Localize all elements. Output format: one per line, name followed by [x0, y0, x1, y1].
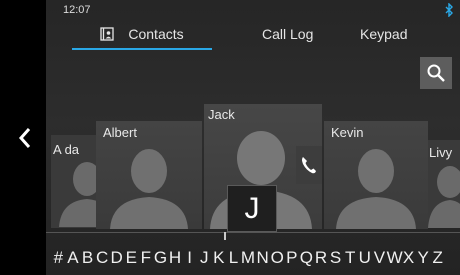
alphabet-letter[interactable]: N — [255, 248, 270, 268]
tab-call-log-label: Call Log — [262, 26, 314, 42]
alphabet-letter[interactable]: I — [182, 248, 197, 268]
contacts-book-icon — [100, 27, 115, 41]
alphabet-letter[interactable]: M — [241, 248, 256, 268]
contact-name: A da — [53, 142, 80, 157]
alphabet-index-bar[interactable]: # A B C D E F G H I J K L M N O P Q R S … — [51, 247, 445, 269]
alphabet-letter[interactable]: L — [226, 248, 241, 268]
search-button[interactable] — [420, 57, 452, 89]
alphabet-letter[interactable]: R — [314, 248, 329, 268]
person-silhouette-icon — [336, 149, 416, 229]
tab-call-log[interactable]: Call Log — [262, 20, 313, 48]
alphabet-letter[interactable]: D — [109, 248, 124, 268]
alphabet-letter[interactable]: S — [328, 248, 343, 268]
contact-name: Kevin — [331, 125, 364, 140]
alphabet-letter[interactable]: X — [401, 248, 416, 268]
alphabet-letter[interactable]: U — [357, 248, 372, 268]
left-sidebar — [0, 0, 46, 275]
tab-contacts[interactable]: Contacts — [72, 20, 212, 50]
person-silhouette-icon — [428, 166, 460, 228]
alphabet-letter[interactable]: Y — [416, 248, 431, 268]
chevron-left-icon — [18, 128, 31, 148]
contact-card-albert[interactable]: Albert — [96, 121, 202, 229]
contact-name: Jack — [208, 107, 235, 122]
selected-letter-indicator: J — [227, 185, 277, 232]
alphabet-letter[interactable]: H — [168, 248, 183, 268]
tab-keypad[interactable]: Keypad — [360, 20, 407, 48]
bluetooth-icon — [445, 3, 453, 17]
alphabet-letter[interactable]: G — [153, 248, 168, 268]
contact-name: Livy — [429, 145, 453, 160]
alphabet-letter[interactable]: T — [343, 248, 358, 268]
alphabet-letter[interactable]: Z — [430, 248, 445, 268]
tab-contacts-label: Contacts — [128, 26, 184, 42]
alphabet-letter[interactable]: O — [270, 248, 285, 268]
alphabet-divider — [46, 232, 460, 233]
alphabet-letter[interactable]: F — [139, 248, 154, 268]
alphabet-letter[interactable]: A — [66, 248, 81, 268]
alphabet-letter[interactable]: B — [80, 248, 95, 268]
phone-handset-icon — [302, 157, 316, 174]
alphabet-letter[interactable]: E — [124, 248, 139, 268]
contact-name: Albert — [103, 125, 137, 140]
status-time: 12:07 — [63, 4, 91, 16]
search-icon — [427, 64, 445, 82]
alphabet-letter[interactable]: V — [372, 248, 387, 268]
alphabet-letter[interactable]: # — [51, 248, 66, 268]
person-silhouette-icon — [110, 149, 188, 229]
contact-card-livy[interactable]: Livy — [428, 140, 460, 228]
alphabet-letter[interactable]: W — [387, 248, 403, 268]
alphabet-letter[interactable]: Q — [299, 248, 314, 268]
alphabet-letter[interactable]: K — [212, 248, 227, 268]
tab-keypad-label: Keypad — [360, 26, 408, 42]
alphabet-letter[interactable]: P — [285, 248, 300, 268]
back-button[interactable] — [10, 121, 40, 155]
contact-card-kevin[interactable]: Kevin — [324, 121, 428, 229]
call-button[interactable] — [296, 146, 322, 184]
alphabet-letter[interactable]: C — [95, 248, 110, 268]
alphabet-letter[interactable]: J — [197, 248, 212, 268]
alphabet-position-marker — [224, 232, 226, 240]
